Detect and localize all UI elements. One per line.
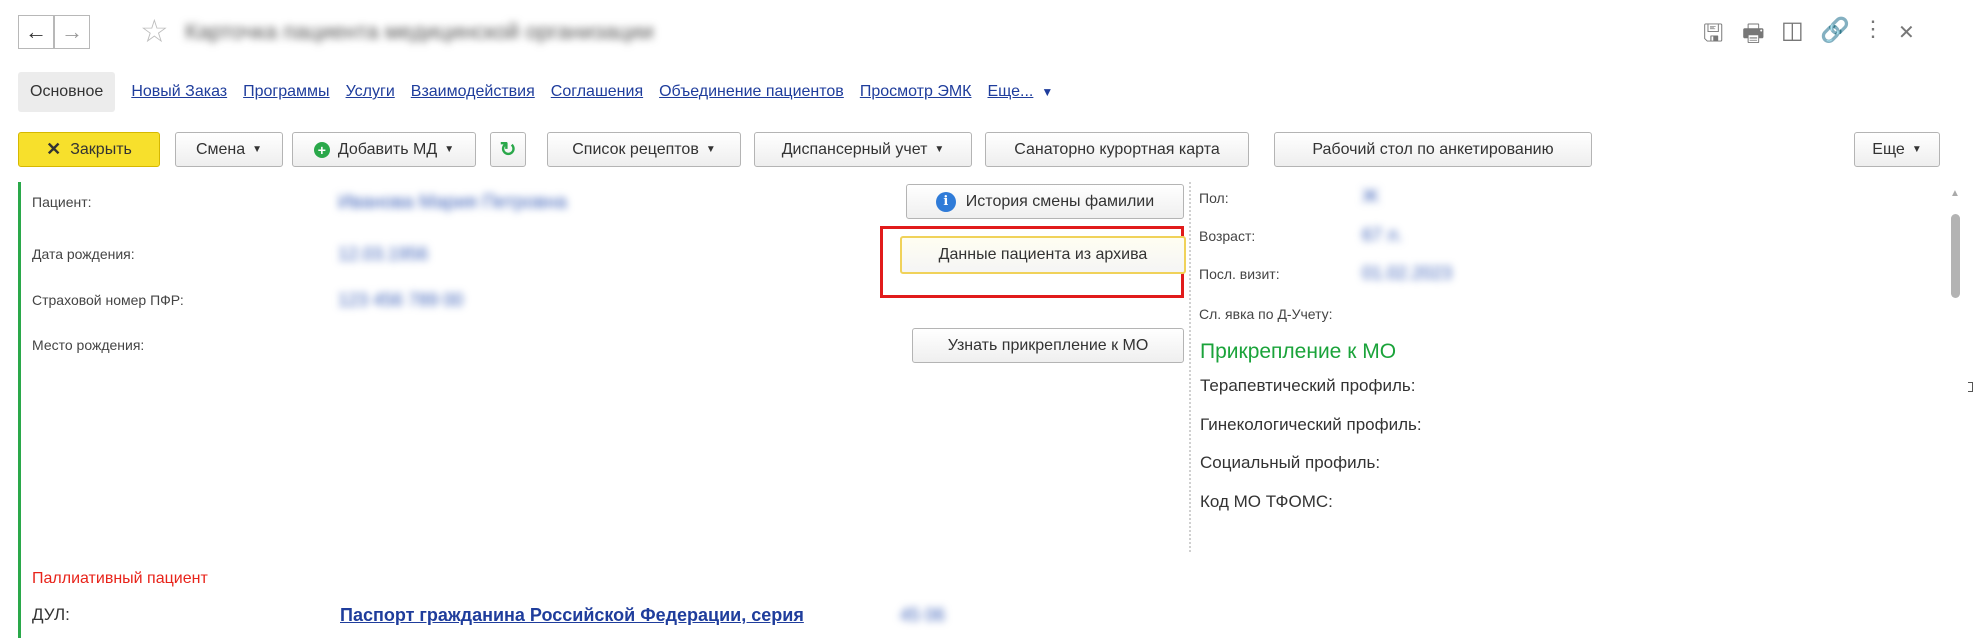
- sanatorium-card-button[interactable]: Санаторно курортная карта: [985, 132, 1249, 167]
- passport-series: 45 06: [900, 605, 946, 625]
- sex-label: Пол:: [1199, 190, 1229, 206]
- last-visit-value: 01.02.2023: [1362, 263, 1453, 283]
- tab-merge-patients[interactable]: Объединение пациентов: [659, 83, 844, 101]
- chevron-down-icon: ▼: [705, 144, 716, 155]
- dul-label: ДУЛ:: [32, 605, 70, 624]
- gyn-profile-label: Гинекологический профиль:: [1200, 415, 1422, 434]
- tab-interactions[interactable]: Взаимодействия: [411, 83, 535, 101]
- chevron-down-icon[interactable]: ▼: [1041, 85, 1053, 99]
- back-button[interactable]: ←: [18, 15, 54, 49]
- favorite-star-icon[interactable]: ☆: [140, 12, 169, 50]
- left-accent-bar: [18, 182, 21, 638]
- next-visit-label: Сл. явка по Д-Учету:: [1199, 306, 1333, 322]
- resize-handle[interactable]: [1968, 382, 1973, 392]
- toolbar-more-button[interactable]: Еще ▼: [1854, 132, 1940, 167]
- therapy-profile-label: Терапевтический профиль:: [1200, 376, 1416, 395]
- shift-button[interactable]: Смена ▼: [175, 132, 283, 167]
- birth-date-label: Дата рождения:: [32, 246, 135, 262]
- chevron-down-icon: ▼: [1911, 144, 1922, 155]
- column-divider: [1189, 182, 1191, 552]
- tab-programs[interactable]: Программы: [243, 83, 329, 101]
- refresh-icon: ↻: [499, 139, 517, 161]
- preview-icon[interactable]: ◫: [1781, 16, 1804, 45]
- plus-circle-icon: +: [313, 141, 330, 158]
- chevron-down-icon: ▼: [252, 144, 263, 155]
- add-md-button[interactable]: + Добавить МД ▼: [292, 132, 476, 167]
- last-visit-label: Посл. визит:: [1199, 266, 1280, 282]
- scroll-up-icon[interactable]: ▲: [1950, 188, 1960, 199]
- age-label: Возраст:: [1199, 228, 1256, 244]
- patient-name: Иванова Мария Петровна: [338, 192, 567, 213]
- sex-value: Ж: [1362, 186, 1379, 206]
- tab-more[interactable]: Еще...: [987, 83, 1033, 101]
- tab-new-order[interactable]: Новый Заказ: [131, 83, 227, 101]
- snils-label: Страховой номер ПФР:: [32, 292, 184, 308]
- info-icon: i: [935, 191, 956, 212]
- save-icon[interactable]: 🖫: [1703, 16, 1723, 57]
- palliative-label: Паллиативный пациент: [32, 570, 208, 587]
- chevron-down-icon: ▼: [444, 144, 455, 155]
- close-x-icon: ✕: [46, 139, 62, 159]
- snils-value: 123 456 789 00: [338, 290, 464, 310]
- recipes-button[interactable]: Список рецептов ▼: [547, 132, 741, 167]
- social-profile-label: Социальный профиль:: [1200, 453, 1381, 472]
- more-vertical-icon[interactable]: ⋮: [1862, 16, 1884, 42]
- survey-desktop-button[interactable]: Рабочий стол по анкетированию: [1274, 132, 1592, 167]
- close-button[interactable]: ✕ Закрыть: [18, 132, 160, 167]
- tab-agreements[interactable]: Соглашения: [551, 83, 643, 101]
- section-tabs: Основное Новый Заказ Программы Услуги Вз…: [18, 72, 1053, 112]
- passport-link[interactable]: Паспорт гражданина Российской Федерации,…: [340, 605, 804, 626]
- mo-code-label: Код МО ТФОМС:: [1200, 492, 1333, 511]
- forward-button[interactable]: →: [54, 15, 90, 49]
- refresh-button[interactable]: ↻: [490, 132, 526, 167]
- attachment-header: Прикрепление к МО: [1200, 340, 1397, 363]
- close-icon[interactable]: ✕: [1898, 20, 1915, 45]
- age-value: 67 л.: [1362, 225, 1403, 245]
- window-title: Карточка пациента медицинской организаци…: [185, 19, 654, 44]
- patient-label: Пациент:: [32, 194, 92, 210]
- link-icon[interactable]: 🔗: [1820, 16, 1850, 45]
- tab-view-emk[interactable]: Просмотр ЭМК: [860, 83, 972, 101]
- surname-history-button[interactable]: i История смены фамилии: [906, 184, 1184, 219]
- arrow-right-icon: →: [61, 19, 83, 44]
- chevron-down-icon: ▼: [934, 144, 945, 155]
- archive-data-button[interactable]: Данные пациента из архива: [900, 236, 1186, 274]
- tab-main[interactable]: Основное: [18, 72, 116, 112]
- arrow-left-icon: ←: [25, 19, 47, 44]
- birthplace-label: Место рождения:: [32, 337, 145, 353]
- attachment-check-button[interactable]: Узнать прикрепление к МО: [912, 328, 1184, 363]
- tab-services[interactable]: Услуги: [346, 83, 395, 101]
- print-icon[interactable]: 🖶: [1742, 16, 1765, 57]
- birth-date-value: 12.03.1956: [338, 244, 429, 264]
- dispensary-button[interactable]: Диспансерный учет ▼: [754, 132, 972, 167]
- scrollbar-thumb[interactable]: [1951, 214, 1960, 298]
